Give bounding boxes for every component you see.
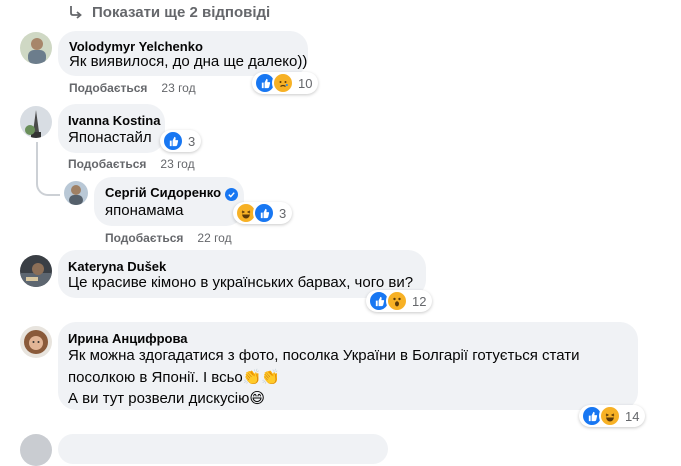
comment-author[interactable]: Kateryna Dušek	[68, 259, 166, 274]
avatar[interactable]	[20, 255, 52, 287]
comment-bubble	[58, 434, 388, 464]
reply-thread-line	[36, 142, 60, 196]
reply-text: японамама	[105, 202, 184, 219]
comment-meta: Подобається 23 год	[68, 157, 195, 171]
show-more-label: Показати ще 2 відповіді	[92, 3, 271, 21]
like-reaction-icon	[253, 202, 275, 224]
avatar[interactable]	[20, 326, 52, 358]
reaction-count: 12	[412, 293, 427, 309]
comment-time[interactable]: 23 год	[160, 157, 194, 171]
sad-reaction-icon	[272, 72, 294, 94]
comment-time[interactable]: 22 год	[197, 231, 231, 245]
reply-author-name: Сергій Сидоренко	[105, 185, 222, 200]
wow-reaction-icon	[386, 290, 408, 312]
reaction-count: 10	[298, 75, 313, 91]
like-button[interactable]: Подобається	[105, 231, 183, 245]
comment-meta: Подобається 23 год	[69, 81, 196, 95]
reaction-count: 14	[625, 408, 640, 424]
comment-text-line: посолкою в Японії. І всьо👏👏	[68, 369, 281, 386]
comment-text: Японастайл	[68, 129, 152, 146]
comment-text: Як виявилося, до дна ще далеко))	[69, 53, 308, 70]
comment-author[interactable]: Ivanna Kostina	[68, 113, 160, 128]
like-reaction-icon	[162, 130, 184, 152]
reaction-summary[interactable]: 3	[160, 130, 202, 152]
avatar[interactable]	[20, 106, 52, 138]
avatar[interactable]	[20, 32, 52, 64]
reaction-count: 3	[279, 205, 287, 221]
verified-badge-icon	[225, 188, 239, 201]
comment-text-line: А ви тут розвели дискусію😄	[68, 390, 266, 407]
comment-time[interactable]: 23 год	[161, 81, 195, 95]
comment-text-line: Як можна здогадатися з фото, посолка Укр…	[68, 347, 580, 364]
like-button[interactable]: Подобається	[68, 157, 146, 171]
reaction-summary[interactable]: 12	[366, 290, 433, 312]
reaction-summary[interactable]: 3	[233, 202, 293, 224]
reply-author[interactable]: Сергій Сидоренко	[105, 185, 239, 201]
comment-author[interactable]: Ирина Анцифрова	[68, 331, 188, 346]
reply-arrow-icon	[70, 6, 82, 19]
haha-reaction-icon	[599, 405, 621, 427]
reply-meta: Подобається 22 год	[105, 231, 232, 245]
avatar[interactable]	[20, 434, 52, 466]
reaction-summary[interactable]: 10	[252, 72, 319, 94]
avatar[interactable]	[64, 181, 88, 205]
show-more-replies-link[interactable]: Показати ще 2 відповіді	[68, 2, 270, 22]
reaction-count: 3	[188, 133, 196, 149]
reaction-summary[interactable]: 14	[579, 405, 646, 427]
like-button[interactable]: Подобається	[69, 81, 147, 95]
comment-text: Це красиве кімоно в українських барвах, …	[68, 274, 414, 291]
